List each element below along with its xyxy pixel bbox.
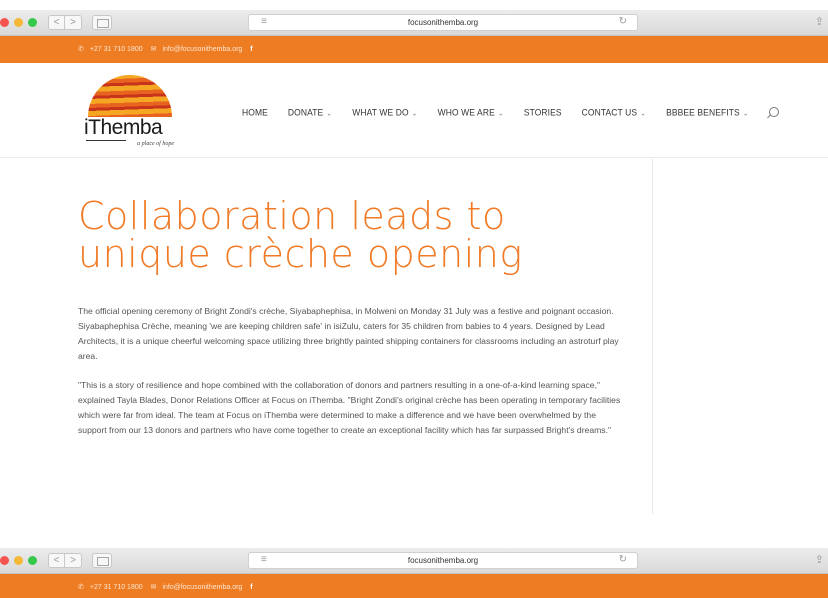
site-logo[interactable]: iThemba a place of hope bbox=[84, 75, 176, 147]
nav-home[interactable]: HOME bbox=[242, 107, 268, 118]
nav-contact-us[interactable]: CONTACT US ⌄ bbox=[582, 107, 646, 118]
page: < > ≡ focusonithemba.org ↻ ⇪ ✆ +27 31 710… bbox=[0, 0, 828, 598]
browser-toolbar-second: < > ≡ focusonithemba.org ↻ ⇪ bbox=[0, 548, 828, 574]
reload-icon[interactable]: ↻ bbox=[619, 16, 627, 27]
article-paragraph: The official opening ceremony of Bright … bbox=[78, 306, 619, 361]
nav-donate[interactable]: DONATE ⌄ bbox=[288, 107, 332, 118]
address-bar[interactable]: ≡ focusonithemba.org ↻ bbox=[248, 14, 638, 31]
logo-tagline: a place of hope bbox=[137, 141, 174, 147]
nav-what-we-do-label: WHAT WE DO bbox=[352, 106, 409, 118]
article-paragraph: "This is a story of resilience and hope … bbox=[78, 380, 621, 435]
window-controls bbox=[0, 18, 37, 27]
sidebar-toggle-button[interactable] bbox=[92, 553, 112, 568]
sidebar-divider bbox=[652, 159, 653, 514]
url-text: focusonithemba.org bbox=[407, 18, 479, 27]
share-icon[interactable]: ⇪ bbox=[815, 553, 824, 566]
nav-who-we-are[interactable]: WHO WE ARE ⌄ bbox=[438, 107, 504, 118]
zoom-window-icon[interactable] bbox=[28, 556, 37, 565]
facebook-icon[interactable]: f bbox=[250, 584, 252, 591]
history-buttons: < > bbox=[48, 15, 82, 30]
chevron-down-icon: ⌄ bbox=[640, 109, 647, 118]
minimize-window-icon[interactable] bbox=[14, 18, 23, 27]
email-link[interactable]: info@focusonithemba.org bbox=[162, 584, 242, 591]
zoom-window-icon[interactable] bbox=[28, 18, 37, 27]
chevron-down-icon: ⌄ bbox=[497, 109, 504, 118]
url-text: focusonithemba.org bbox=[407, 556, 479, 565]
address-bar[interactable]: ≡ focusonithemba.org ↻ bbox=[248, 552, 638, 569]
sunset-logo-icon bbox=[88, 75, 172, 117]
close-window-icon[interactable] bbox=[0, 556, 9, 565]
nav-contact-us-label: CONTACT US bbox=[581, 106, 638, 118]
chevron-down-icon: ⌄ bbox=[326, 109, 333, 118]
email-icon: ✉ bbox=[150, 584, 157, 591]
nav-home-label: HOME bbox=[242, 106, 268, 118]
contact-info: ✆ +27 31 710 1800 ✉ info@focusonithemba.or… bbox=[78, 45, 259, 53]
logo-underline bbox=[86, 140, 126, 141]
window-controls bbox=[0, 556, 37, 565]
contact-info: ✆ +27 31 710 1800 ✉ info@focusonithemba.or… bbox=[78, 583, 259, 591]
forward-button[interactable]: > bbox=[65, 15, 82, 30]
search-icon[interactable] bbox=[768, 107, 779, 117]
phone-icon: ✆ bbox=[78, 584, 84, 591]
chevron-down-icon: ⌄ bbox=[411, 109, 418, 118]
browser-toolbar: < > ≡ focusonithemba.org ↻ ⇪ bbox=[0, 10, 828, 36]
reload-icon[interactable]: ↻ bbox=[619, 554, 627, 565]
email-icon: ✉ bbox=[150, 46, 157, 53]
chevron-down-icon: ⌄ bbox=[742, 109, 749, 118]
forward-button[interactable]: > bbox=[65, 553, 82, 568]
share-icon[interactable]: ⇪ bbox=[815, 15, 824, 28]
phone-link[interactable]: +27 31 710 1800 bbox=[90, 46, 143, 53]
contact-bar: ✆ +27 31 710 1800 ✉ info@focusonithemba.or… bbox=[0, 36, 828, 64]
page-gap bbox=[0, 514, 828, 544]
nav-stories[interactable]: STORIES bbox=[524, 107, 562, 118]
back-button[interactable]: < bbox=[48, 553, 65, 568]
back-button[interactable]: < bbox=[48, 15, 65, 30]
minimize-window-icon[interactable] bbox=[14, 556, 23, 565]
email-link[interactable]: info@focusonithemba.org bbox=[162, 46, 242, 53]
sidebar-toggle-button[interactable] bbox=[92, 15, 112, 30]
nav-bbbee-benefits-label: BBBEE BENEFITS bbox=[666, 106, 740, 118]
logo-wordmark: iThemba bbox=[84, 116, 163, 139]
article-title: Collaboration leads to unique crèche ope… bbox=[78, 194, 523, 276]
contact-bar-second: ✆ +27 31 710 1800 ✉ info@focusonithemba.or… bbox=[0, 574, 828, 598]
article-area: Collaboration leads to unique crèche ope… bbox=[0, 159, 828, 514]
phone-icon: ✆ bbox=[78, 46, 84, 53]
nav-donate-label: DONATE bbox=[287, 106, 324, 118]
nav-stories-label: STORIES bbox=[523, 106, 562, 118]
facebook-icon[interactable]: f bbox=[250, 46, 252, 53]
main-nav: HOME DONATE ⌄ WHAT WE DO ⌄ WHO WE ARE ⌄ STO… bbox=[242, 107, 779, 118]
history-buttons: < > bbox=[48, 553, 82, 568]
nav-bbbee-benefits[interactable]: BBBEE BENEFITS ⌄ bbox=[666, 107, 749, 118]
nav-what-we-do[interactable]: WHAT WE DO ⌄ bbox=[352, 107, 417, 118]
nav-who-we-are-label: WHO WE ARE bbox=[437, 106, 495, 118]
site-header: iThemba a place of hope HOME DONATE ⌄ WHA… bbox=[0, 63, 828, 158]
close-window-icon[interactable] bbox=[0, 18, 9, 27]
phone-link[interactable]: +27 31 710 1800 bbox=[90, 584, 143, 591]
